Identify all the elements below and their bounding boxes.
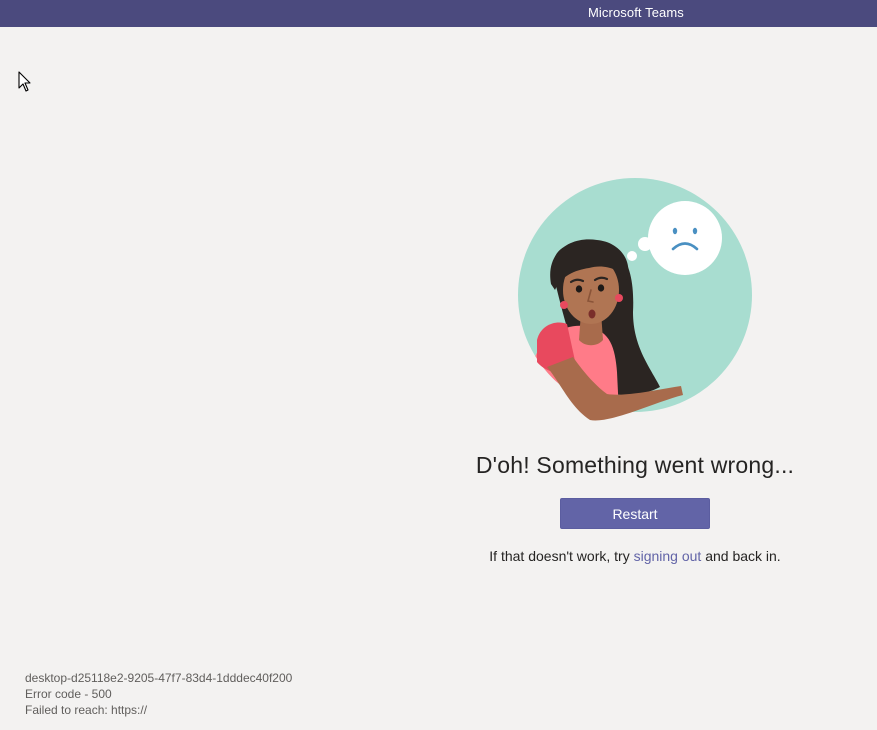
signing-out-link[interactable]: signing out xyxy=(634,548,702,564)
restart-button[interactable]: Restart xyxy=(560,498,710,529)
failed-to-reach: Failed to reach: https:// xyxy=(25,703,148,717)
thought-bubble xyxy=(648,201,722,275)
hint-text-after: and back in. xyxy=(701,548,781,564)
title-bar: Microsoft Teams xyxy=(0,0,877,27)
diagnostics-info: desktop-d25118e2-9205-47f7-83d4-1dddec40… xyxy=(25,670,292,718)
machine-id: desktop-d25118e2-9205-47f7-83d4-1dddec40… xyxy=(25,671,293,685)
hint-text-before: If that doesn't work, try xyxy=(489,548,634,564)
signout-hint: If that doesn't work, try signing out an… xyxy=(440,548,830,565)
error-code: Error code - 500 xyxy=(25,687,112,701)
window-title: Microsoft Teams xyxy=(588,5,684,20)
sad-person-illustration xyxy=(518,178,752,421)
error-heading: D'oh! Something went wrong... xyxy=(475,452,795,478)
mouse-pointer-icon xyxy=(18,71,31,92)
